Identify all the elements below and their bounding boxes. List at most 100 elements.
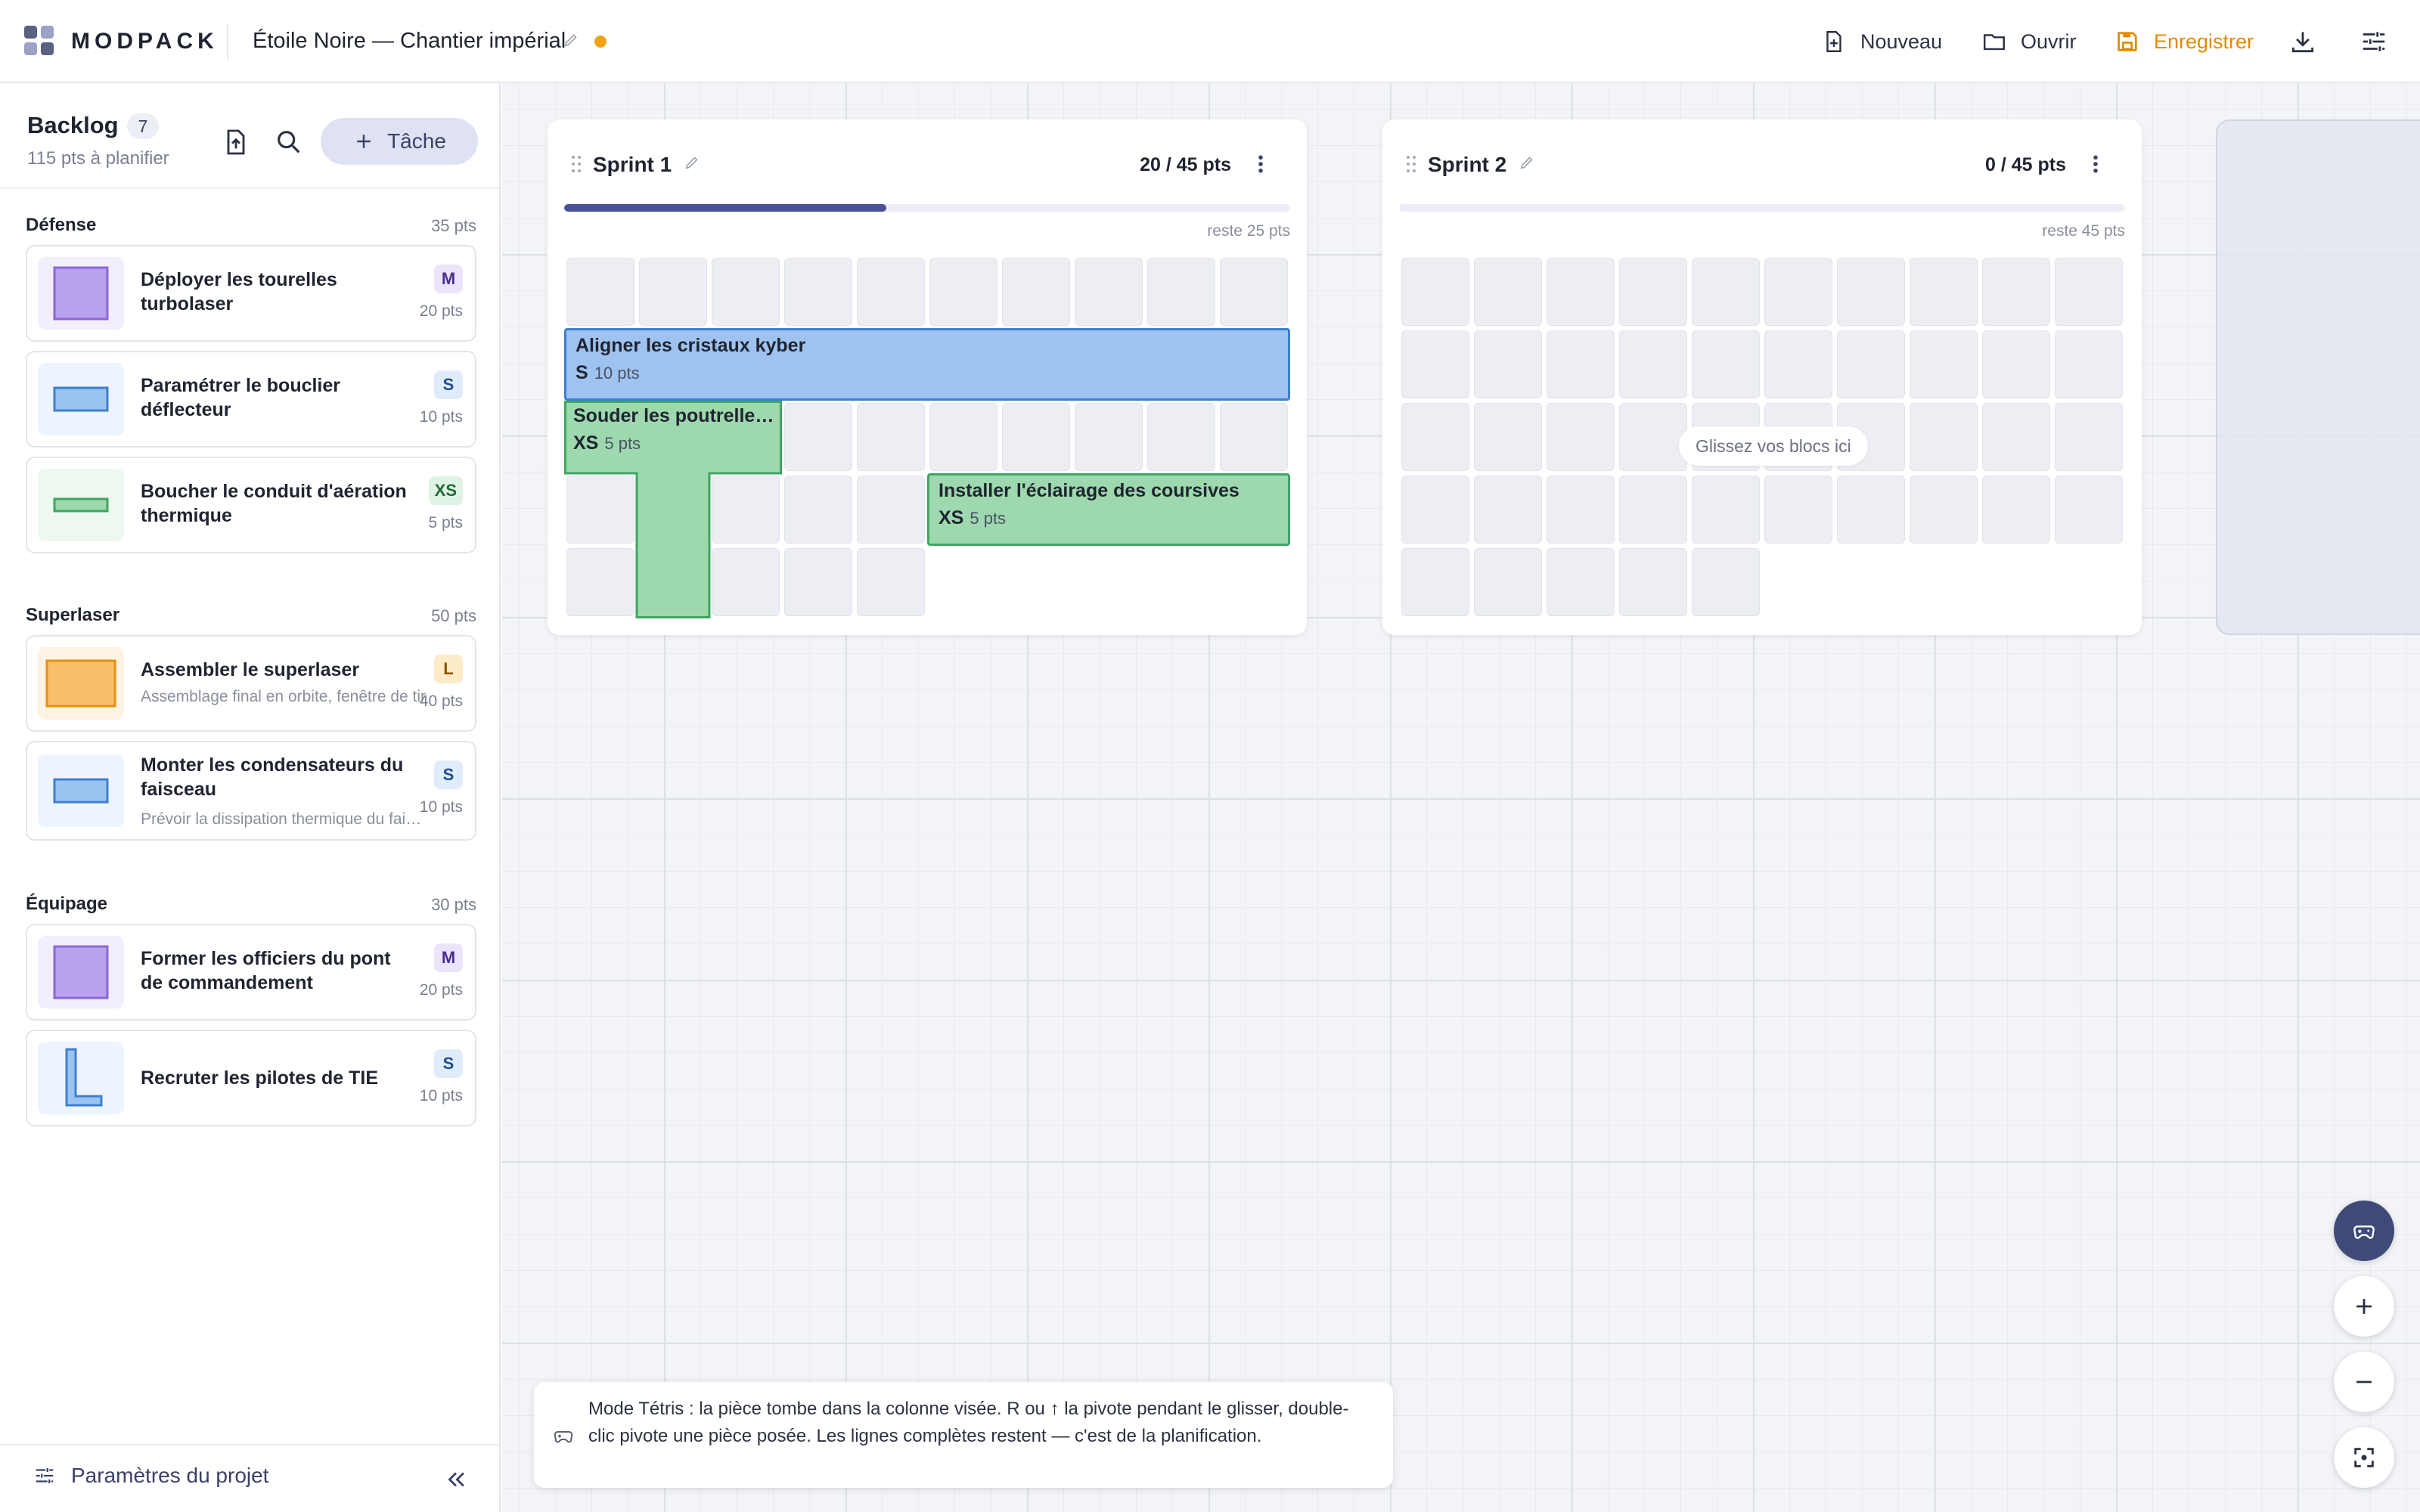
drag-handle-icon[interactable] (570, 154, 582, 174)
grid-cell[interactable] (1837, 258, 1905, 326)
grid-cell[interactable] (1401, 258, 1469, 326)
grid-cell[interactable] (1401, 548, 1469, 616)
grid-cell[interactable] (1764, 476, 1832, 544)
grid-cell[interactable] (1619, 403, 1687, 471)
sprint-grid[interactable]: Glissez vos blocs ici (1399, 256, 2125, 618)
grid-cell[interactable] (1547, 330, 1615, 398)
grid-cell[interactable] (1982, 258, 2050, 326)
grid-cell[interactable] (1147, 403, 1215, 471)
grid-cell[interactable] (1401, 403, 1469, 471)
new-sprint-placeholder[interactable] (2216, 119, 2420, 635)
grid-cell[interactable] (784, 403, 852, 471)
grid-cell[interactable] (1982, 476, 2050, 544)
backlog-card[interactable]: Former les officiers du pont de commande… (26, 924, 476, 1021)
save-button[interactable]: Enregistrer (2114, 23, 2254, 60)
grid-cell[interactable] (1764, 330, 1832, 398)
grid-cell[interactable] (2055, 403, 2123, 471)
grid-cell[interactable] (1910, 403, 1978, 471)
zoom-out-button[interactable] (2334, 1352, 2394, 1412)
more-vertical-icon[interactable] (1249, 153, 1272, 175)
new-button[interactable]: Nouveau (1821, 23, 1942, 60)
grid-cell[interactable] (1692, 258, 1760, 326)
grid-cell[interactable] (1692, 330, 1760, 398)
grid-cell[interactable] (1147, 258, 1215, 326)
grid-cell[interactable] (1474, 330, 1542, 398)
grid-cell[interactable] (1982, 330, 2050, 398)
project-settings-button[interactable]: Paramètres du projet (33, 1464, 268, 1488)
grid-cell[interactable] (1474, 258, 1542, 326)
more-vertical-icon[interactable] (2084, 153, 2107, 175)
search-icon[interactable] (274, 127, 304, 157)
edit-sprint-icon[interactable] (684, 154, 700, 171)
grid-cell[interactable] (929, 258, 997, 326)
import-file-icon[interactable] (221, 127, 251, 157)
grid-cell[interactable] (857, 403, 925, 471)
grid-cell[interactable] (639, 258, 707, 326)
grid-cell[interactable] (784, 258, 852, 326)
collapse-sidebar-icon[interactable] (443, 1467, 469, 1492)
drag-handle-icon[interactable] (1405, 154, 1417, 174)
game-mode-button[interactable] (2334, 1201, 2394, 1261)
grid-cell[interactable] (929, 403, 997, 471)
grid-cell[interactable] (1619, 548, 1687, 616)
grid-cell[interactable] (1220, 403, 1288, 471)
grid-cell[interactable] (1547, 548, 1615, 616)
grid-cell[interactable] (1547, 403, 1615, 471)
sprint-grid[interactable]: Aligner les cristaux kyber S 10 pts Soude… (564, 256, 1290, 618)
grid-cell[interactable] (784, 476, 852, 544)
grid-cell[interactable] (1220, 258, 1288, 326)
backlog-card[interactable]: Boucher le conduit d'aération thermique … (26, 457, 476, 553)
grid-cell[interactable] (1474, 403, 1542, 471)
grid-cell[interactable] (1910, 476, 1978, 544)
grid-cell[interactable] (857, 548, 925, 616)
edit-title-icon[interactable] (563, 32, 579, 48)
grid-cell[interactable] (1401, 476, 1469, 544)
open-button[interactable]: Ouvrir (1981, 23, 2077, 60)
backlog-card[interactable]: Déployer les tourelles turbolaser M 20 p… (26, 245, 476, 342)
grid-cell[interactable] (1619, 258, 1687, 326)
grid-cell[interactable] (1547, 258, 1615, 326)
sprint-progress-bar (1399, 204, 2125, 212)
fit-view-button[interactable] (2334, 1427, 2394, 1488)
grid-cell[interactable] (1692, 476, 1760, 544)
grid-cell[interactable] (2055, 476, 2123, 544)
settings-sliders-icon[interactable] (2360, 27, 2388, 56)
grid-cell[interactable] (1002, 403, 1070, 471)
grid-cell[interactable] (1692, 548, 1760, 616)
grid-cell[interactable] (1837, 330, 1905, 398)
download-icon[interactable] (2288, 27, 2317, 56)
grid-cell[interactable] (1764, 258, 1832, 326)
zoom-in-button[interactable] (2334, 1276, 2394, 1337)
grid-cell[interactable] (1401, 330, 1469, 398)
grid-cell[interactable] (1910, 330, 1978, 398)
grid-cell[interactable] (1474, 548, 1542, 616)
grid-cell[interactable] (712, 258, 780, 326)
project-title[interactable]: Étoile Noire — Chantier impérial (253, 29, 566, 54)
grid-cell[interactable] (1837, 476, 1905, 544)
grid-cell[interactable] (1002, 258, 1070, 326)
placed-piece[interactable]: Installer l'éclairage des coursives XS 5 … (927, 473, 1290, 546)
grid-cell[interactable] (1619, 330, 1687, 398)
grid-cell[interactable] (857, 258, 925, 326)
grid-cell[interactable] (784, 548, 852, 616)
backlog-card[interactable]: Assembler le superlaser Assemblage final… (26, 635, 476, 732)
edit-sprint-icon[interactable] (1519, 154, 1535, 171)
add-task-button[interactable]: Tâche (321, 118, 478, 165)
planning-canvas[interactable]: Sprint 1 20 / 45 pts reste 25 pts Aligne… (502, 83, 2420, 1512)
grid-cell[interactable] (1910, 258, 1978, 326)
backlog-card[interactable]: Recruter les pilotes de TIE S 10 pts (26, 1030, 476, 1126)
grid-cell[interactable] (857, 476, 925, 544)
grid-cell[interactable] (1982, 403, 2050, 471)
backlog-card[interactable]: Paramétrer le bouclier déflecteur S 10 p… (26, 351, 476, 448)
grid-cell[interactable] (1075, 258, 1143, 326)
placed-piece[interactable]: Souder les poutrelles de la coque XS 5 pt… (564, 401, 782, 473)
grid-cell[interactable] (1474, 476, 1542, 544)
grid-cell[interactable] (1547, 476, 1615, 544)
grid-cell[interactable] (566, 258, 634, 326)
backlog-card[interactable]: Monter les condensateurs du faisceau Pré… (26, 741, 476, 841)
grid-cell[interactable] (2055, 330, 2123, 398)
grid-cell[interactable] (1619, 476, 1687, 544)
placed-piece[interactable]: Aligner les cristaux kyber S 10 pts (564, 328, 1290, 401)
grid-cell[interactable] (1075, 403, 1143, 471)
grid-cell[interactable] (2055, 258, 2123, 326)
